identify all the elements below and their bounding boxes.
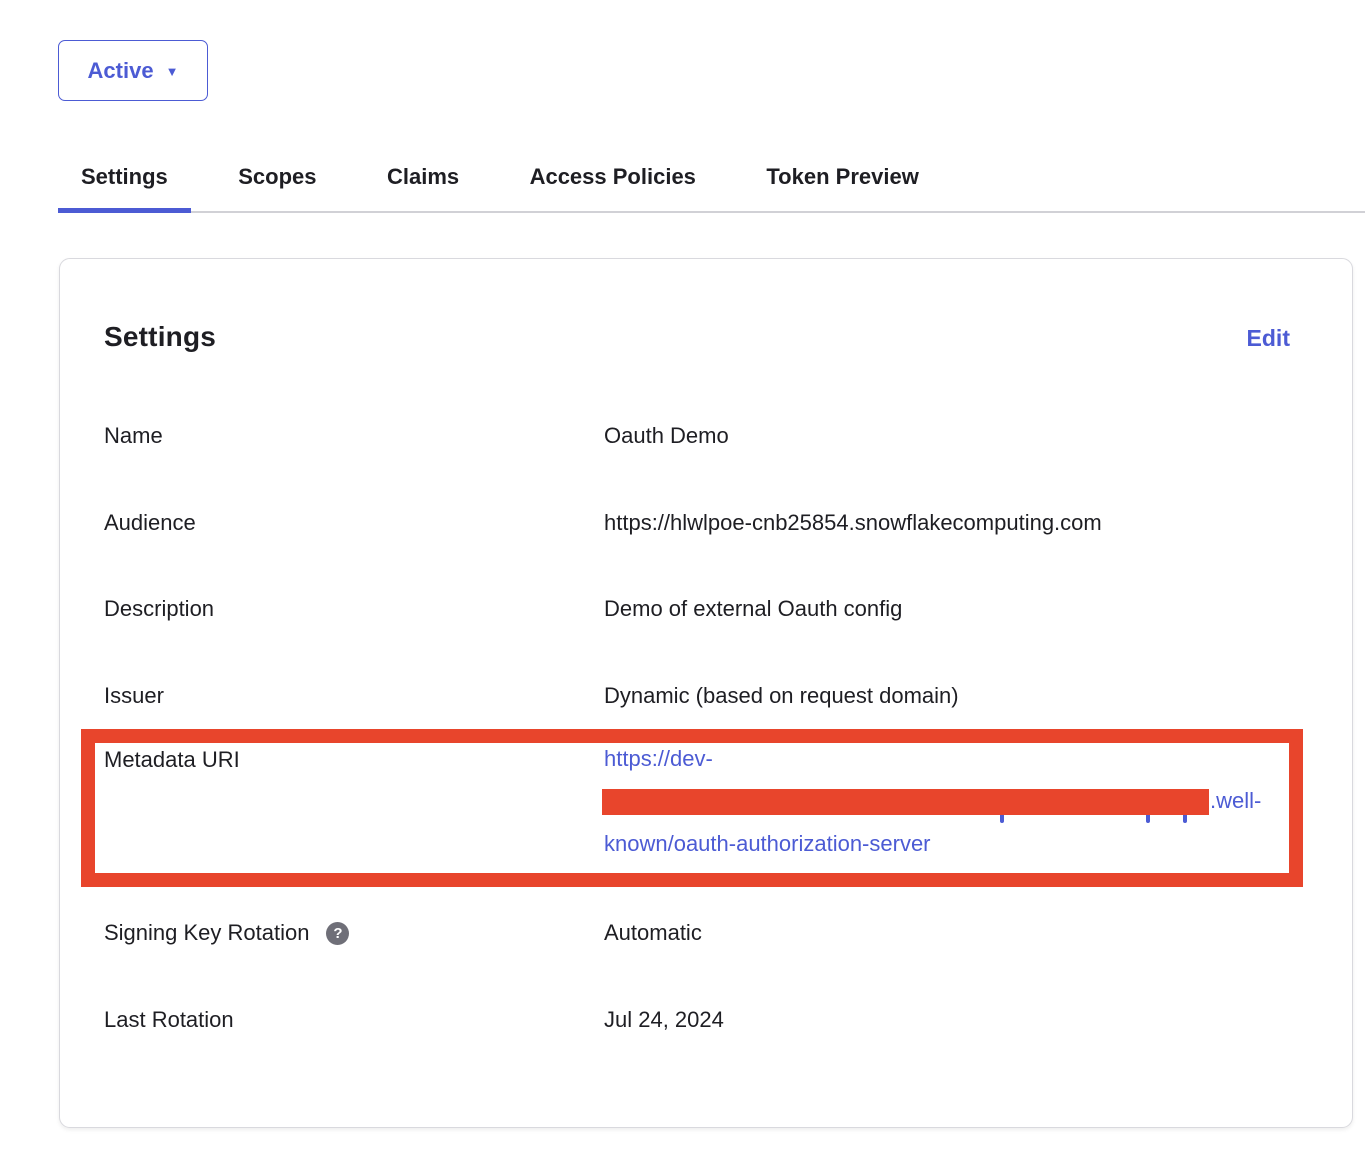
tab-access-policies[interactable]: Access Policies — [507, 160, 719, 211]
tab-claims[interactable]: Claims — [364, 160, 482, 211]
help-question-icon[interactable]: ? — [326, 922, 349, 945]
field-label: Audience — [104, 510, 196, 536]
edit-button[interactable]: Edit — [1247, 325, 1290, 352]
tab-scopes[interactable]: Scopes — [215, 160, 339, 211]
chevron-down-icon: ▼ — [166, 64, 179, 79]
tab-token-preview[interactable]: Token Preview — [743, 160, 941, 211]
field-value: Jul 24, 2024 — [604, 1007, 724, 1033]
metadata-uri-link-line1[interactable]: https://dev- — [604, 746, 713, 772]
card-title: Settings — [104, 321, 216, 353]
metadata-uri-link-line2-suffix[interactable]: .well- — [1210, 788, 1261, 814]
oauth-server-settings-page: Active ▼ Settings Scopes Claims Access P… — [0, 0, 1365, 1169]
tab-settings[interactable]: Settings — [58, 160, 191, 213]
field-label: Name — [104, 423, 163, 449]
field-label: Metadata URI — [104, 747, 240, 773]
field-value: Automatic — [604, 920, 702, 946]
redacted-value-bar — [602, 789, 1209, 815]
field-label: Last Rotation — [104, 1007, 234, 1033]
field-label: Signing Key Rotation ? — [104, 920, 349, 946]
tab-bar: Settings Scopes Claims Access Policies T… — [58, 160, 1365, 213]
field-value: Dynamic (based on request domain) — [604, 683, 959, 709]
field-label: Description — [104, 596, 214, 622]
field-label: Issuer — [104, 683, 164, 709]
status-label: Active — [88, 58, 154, 84]
field-label-text: Signing Key Rotation — [104, 920, 309, 946]
status-dropdown-button[interactable]: Active ▼ — [58, 40, 208, 101]
field-value: Oauth Demo — [604, 423, 729, 449]
metadata-uri-link-line3[interactable]: known/oauth-authorization-server — [604, 831, 931, 857]
redacted-text-descender — [1146, 815, 1150, 823]
settings-card: Settings Edit Name Oauth Demo Audience h… — [59, 258, 1353, 1128]
field-value: Demo of external Oauth config — [604, 596, 902, 622]
field-value: https://hlwlpoe-cnb25854.snowflakecomput… — [604, 510, 1102, 536]
redacted-text-descender — [1000, 815, 1004, 823]
redacted-text-descender — [1183, 815, 1187, 823]
